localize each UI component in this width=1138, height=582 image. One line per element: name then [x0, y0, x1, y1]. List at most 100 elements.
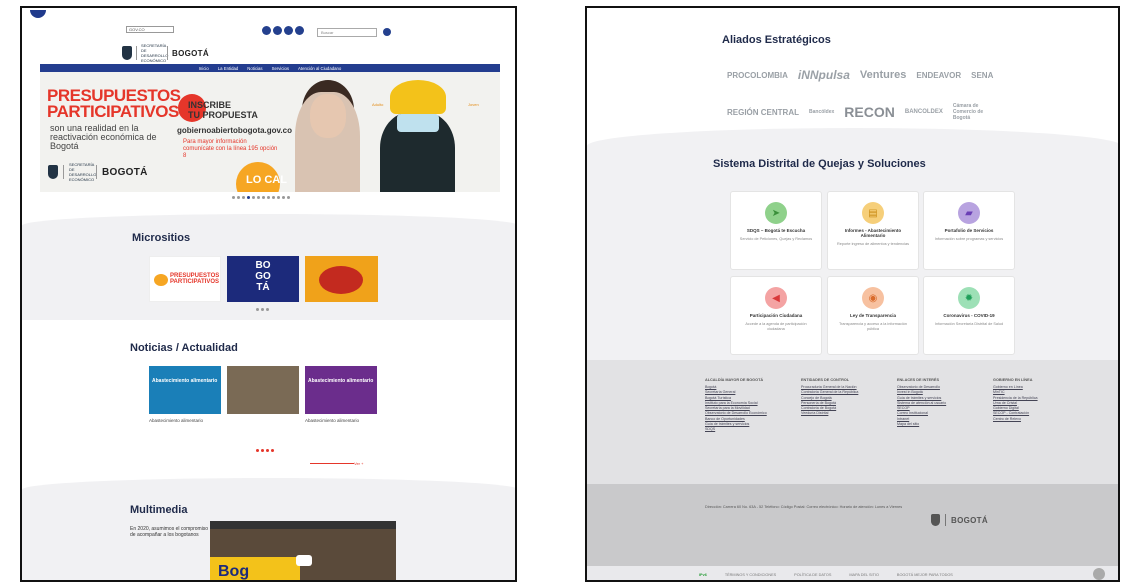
ally-logo[interactable]: BANCOLDEX — [905, 109, 943, 115]
aliados-title: Aliados Estratégicos — [722, 34, 831, 46]
micrositios-pager — [256, 308, 269, 311]
nav-item-entidad[interactable]: La Entidad — [218, 66, 239, 71]
micrositios-title: Micrositios — [132, 232, 191, 244]
inscribe-line2: TU PROPUESTA — [188, 110, 258, 120]
video-title-bar — [210, 521, 396, 529]
news-card[interactable]: Abastecimiento alimentario Abastecimient… — [149, 366, 221, 423]
instagram-icon[interactable] — [262, 26, 271, 35]
secretaria-logo-text: SECRETARÍA DE DESARROLLO ECONÓMICO — [141, 43, 169, 63]
carousel-dot[interactable] — [232, 196, 235, 199]
quejas-card[interactable]: ◉ Ley de Transparencia Transparencia y acc… — [827, 276, 919, 355]
ally-logo[interactable]: Bancóldex — [809, 109, 834, 115]
footer-link[interactable]: Mapa del sitio — [897, 422, 975, 427]
shield-icon — [931, 514, 940, 526]
youtube-icon[interactable] — [284, 26, 293, 35]
quejas-title: Sistema Distrital de Quejas y Soluciones — [713, 158, 926, 170]
footer-link[interactable]: SDQS — [705, 427, 783, 432]
twitter-icon[interactable] — [295, 26, 304, 35]
pager-dot[interactable] — [266, 308, 269, 311]
bogota-logo: BOGOTÁ — [102, 166, 148, 178]
pager-dot[interactable] — [261, 308, 264, 311]
carousel-dot[interactable] — [272, 196, 275, 199]
play-button-icon[interactable] — [296, 555, 312, 566]
carousel-dots — [232, 196, 290, 199]
carousel-dot[interactable] — [287, 196, 290, 199]
carousel-dot[interactable] — [257, 196, 260, 199]
divider — [96, 165, 97, 179]
card-description: Transparencia y acceso a la información … — [838, 322, 908, 331]
news-image-label: Abastecimiento alimentario — [308, 378, 374, 384]
carousel-dot-active[interactable] — [247, 196, 250, 199]
nav-item-servicios[interactable]: Servicios — [272, 66, 289, 71]
shield-icon — [122, 46, 132, 60]
nav-item-noticias[interactable]: Noticias — [247, 66, 262, 71]
footer-link[interactable]: TÉRMINOS Y CONDICIONES — [725, 573, 776, 577]
quejas-card[interactable]: ➤ SDQS – Bogotá te Escucha Servicio de Pet… — [730, 191, 822, 270]
facebook-icon[interactable] — [273, 26, 282, 35]
vegetables-image — [319, 266, 363, 294]
megaphone-icon: ◀ — [765, 287, 787, 309]
main-nav: Inicio La Entidad Noticias Servicios Ate… — [40, 64, 500, 72]
pager-dot[interactable] — [256, 308, 259, 311]
carousel-dot[interactable] — [252, 196, 255, 199]
bottom-bar: IPv6 TÉRMINOS Y CONDICIONES POLÍTICA DE … — [587, 566, 1118, 580]
pager-dot[interactable] — [261, 449, 264, 452]
hardhat-icon — [390, 80, 446, 114]
footer-link[interactable]: Centro de Relevo — [993, 417, 1071, 422]
footer-link[interactable]: BOGOTÁ MEJOR PARA TODOS — [897, 573, 953, 577]
inscribe-text: INSCRIBE TU PROPUESTA — [188, 100, 258, 120]
footer-link[interactable]: POLÍTICA DE DATOS — [794, 573, 831, 577]
news-card[interactable]: Abastecimiento alimentario Abastecimient… — [305, 366, 377, 423]
ally-logo[interactable]: iNNpulsa — [798, 68, 850, 82]
ver-mas-link[interactable]: Ver + — [354, 461, 363, 466]
quejas-card[interactable]: ◀ Participación Ciudadana Accede a la agen… — [730, 276, 822, 355]
ally-logo[interactable]: PROCOLOMBIA — [727, 71, 788, 80]
footer-column-heading: ALCALDÍA MAYOR DE BOGOTÁ — [705, 378, 764, 382]
footer-link[interactable]: MAPA DEL SITIO — [849, 573, 879, 577]
micrositio-bogota[interactable]: BO GO TÁ — [227, 256, 299, 302]
footer-column: GOBIERNO EN LÍNEA Gobierno en Línea MinTIC… — [993, 378, 1071, 433]
pager-dot[interactable] — [266, 449, 269, 452]
search-icon[interactable] — [383, 28, 391, 36]
quejas-card[interactable]: ▤ Informes - Abastecimiento Alimentario Re… — [827, 191, 919, 270]
scroll-top-icon[interactable] — [1093, 568, 1105, 580]
quejas-card[interactable]: ✹ Coronavirus - COVID-19 Información Secre… — [923, 276, 1015, 355]
micrositio-mercados[interactable] — [305, 256, 378, 302]
pager-dot[interactable] — [271, 449, 274, 452]
carousel-dot[interactable] — [267, 196, 270, 199]
mask-icon — [397, 114, 439, 132]
ally-logo[interactable]: Ventures — [860, 69, 906, 81]
news-caption: Abastecimiento alimentario — [149, 418, 204, 423]
nav-item-inicio[interactable]: Inicio — [199, 66, 209, 71]
hero-title-line2: PARTICIPATIVOS — [47, 102, 179, 121]
local-text: LO CAL — [246, 174, 287, 186]
footer-link[interactable]: Veeduría Distrital — [801, 411, 879, 416]
nav-item-atencion[interactable]: Atención al Ciudadano — [298, 66, 341, 71]
news-card[interactable] — [227, 366, 299, 418]
gov-badge[interactable]: GOV.CO — [126, 26, 174, 33]
card-title: Informes - Abastecimiento Alimentario — [844, 228, 902, 238]
carousel-dot[interactable] — [277, 196, 280, 199]
carousel-dot[interactable] — [242, 196, 245, 199]
news-image — [227, 366, 299, 414]
micrositio-label: BO GO TÁ — [255, 260, 271, 293]
search-input[interactable]: Buscar — [317, 28, 377, 37]
pager-dot[interactable] — [256, 449, 259, 452]
carousel-dot[interactable] — [282, 196, 285, 199]
ally-logo[interactable]: SENA — [971, 71, 993, 80]
hero-url[interactable]: gobiernoabiertobogota.gov.co — [177, 126, 292, 135]
ally-logo[interactable]: Cámara de Comercio de Bogotá — [953, 103, 993, 121]
quejas-card[interactable]: ▰ Portafolio de Servicios Información sobr… — [923, 191, 1015, 270]
news-caption: Abastecimiento alimentario — [305, 418, 360, 423]
ally-logo[interactable]: ENDEAVOR — [916, 71, 961, 80]
video-player[interactable]: Bog — [210, 521, 396, 580]
document-icon: ▤ — [862, 202, 884, 224]
folder-icon: ▰ — [958, 202, 980, 224]
carousel-dot[interactable] — [262, 196, 265, 199]
ipv6-badge: IPv6 — [699, 573, 707, 577]
ally-logo[interactable]: REGIÓN CENTRAL — [727, 108, 799, 117]
micrositio-presupuestos[interactable]: PRESUPUESTOS PARTICIPATIVOS — [149, 256, 221, 302]
ally-logo[interactable]: RECON — [844, 104, 895, 120]
carousel-dot[interactable] — [237, 196, 240, 199]
hero-banner[interactable]: PRESUPUESTOS PARTICIPATIVOS son una reali… — [40, 72, 500, 192]
